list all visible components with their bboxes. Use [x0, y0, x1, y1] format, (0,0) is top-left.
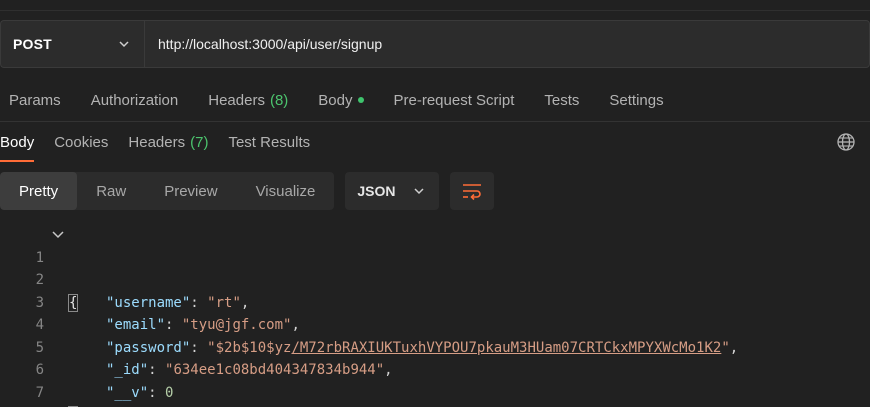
- tab-params-label: Params: [9, 91, 61, 109]
- tab-headers[interactable]: Headers (8): [208, 92, 288, 109]
- code-line: 5 "_id": "634ee1c08bd404347834b944",: [0, 314, 870, 379]
- tab-settings-label: Settings: [609, 91, 664, 109]
- view-toolbar: Pretty Raw Preview Visualize JSON: [0, 172, 495, 210]
- response-body-editor[interactable]: 1 { 2 "username": "rt", 3 "email": "tyu@…: [0, 224, 870, 407]
- view-raw-button[interactable]: Raw: [77, 172, 145, 210]
- wrap-lines-icon: [463, 184, 482, 201]
- tab-cookies[interactable]: Cookies: [54, 122, 108, 162]
- headers-count: (8): [269, 91, 289, 109]
- tab-headers-label: Headers: [208, 91, 265, 109]
- tab-test-results[interactable]: Test Results: [228, 122, 310, 162]
- chevron-down-icon: [119, 41, 129, 48]
- format-select[interactable]: JSON: [345, 172, 440, 210]
- view-preview-button[interactable]: Preview: [145, 172, 236, 210]
- request-tabs: Params Authorization Headers (8) Body Pre…: [0, 80, 870, 120]
- request-bar: POST http://localhost:3000/api/user/sign…: [0, 20, 870, 70]
- method-label: POST: [13, 36, 52, 52]
- globe-icon[interactable]: [836, 132, 856, 152]
- tab-response-headers-label: Headers: [128, 133, 186, 151]
- tab-settings[interactable]: Settings: [609, 92, 663, 109]
- json-value: 0: [165, 384, 174, 401]
- tab-response-body[interactable]: Body: [0, 122, 35, 162]
- response-headers-count: (7): [190, 133, 209, 151]
- tab-params[interactable]: Params: [9, 92, 61, 109]
- body-indicator-dot: [357, 97, 364, 103]
- code-line: 1 {: [0, 224, 870, 312]
- format-label: JSON: [357, 183, 396, 199]
- tab-authorization[interactable]: Authorization: [91, 92, 179, 109]
- wrap-lines-button[interactable]: [450, 172, 495, 210]
- tab-prerequest-script[interactable]: Pre-request Script: [394, 92, 515, 109]
- fold-chevron-icon[interactable]: [51, 224, 65, 246]
- view-pretty-button[interactable]: Pretty: [0, 172, 78, 210]
- tab-tests[interactable]: Tests: [544, 92, 579, 109]
- tab-tests-label: Tests: [544, 91, 580, 109]
- tab-authorization-label: Authorization: [90, 91, 179, 109]
- view-mode-group: Pretty Raw Preview Visualize: [0, 172, 335, 210]
- tab-body-label: Body: [318, 91, 353, 109]
- view-visualize-button[interactable]: Visualize: [237, 172, 335, 210]
- code-line: 6 "__v": 0: [0, 337, 870, 401]
- tab-body[interactable]: Body: [318, 91, 364, 109]
- tab-response-headers[interactable]: Headers (7): [128, 122, 208, 162]
- method-select[interactable]: POST: [0, 20, 144, 68]
- json-key: "__v": [106, 384, 149, 401]
- tab-test-results-label: Test Results: [228, 133, 311, 151]
- code-line: 7 }: [0, 359, 870, 407]
- postman-window: POST http://localhost:3000/api/user/sign…: [0, 0, 870, 407]
- tab-cookies-label: Cookies: [54, 133, 109, 151]
- code-line: 3 "email": "tyu@jgf.com",: [0, 269, 870, 334]
- line-number: 7: [35, 384, 44, 401]
- chevron-down-icon: [414, 188, 424, 195]
- tab-response-body-label: Body: [0, 133, 35, 151]
- response-tabs: Body Cookies Headers (7) Test Results: [0, 122, 870, 162]
- code-line: 4 "password": "$2b$10$yz/M72rbRAXIUKTuxh…: [0, 292, 870, 356]
- tab-prerequest-label: Pre-request Script: [393, 91, 515, 109]
- code-line: 2 "username": "rt",: [0, 247, 870, 311]
- top-strip: [0, 0, 870, 11]
- url-input[interactable]: http://localhost:3000/api/user/signup: [144, 20, 870, 68]
